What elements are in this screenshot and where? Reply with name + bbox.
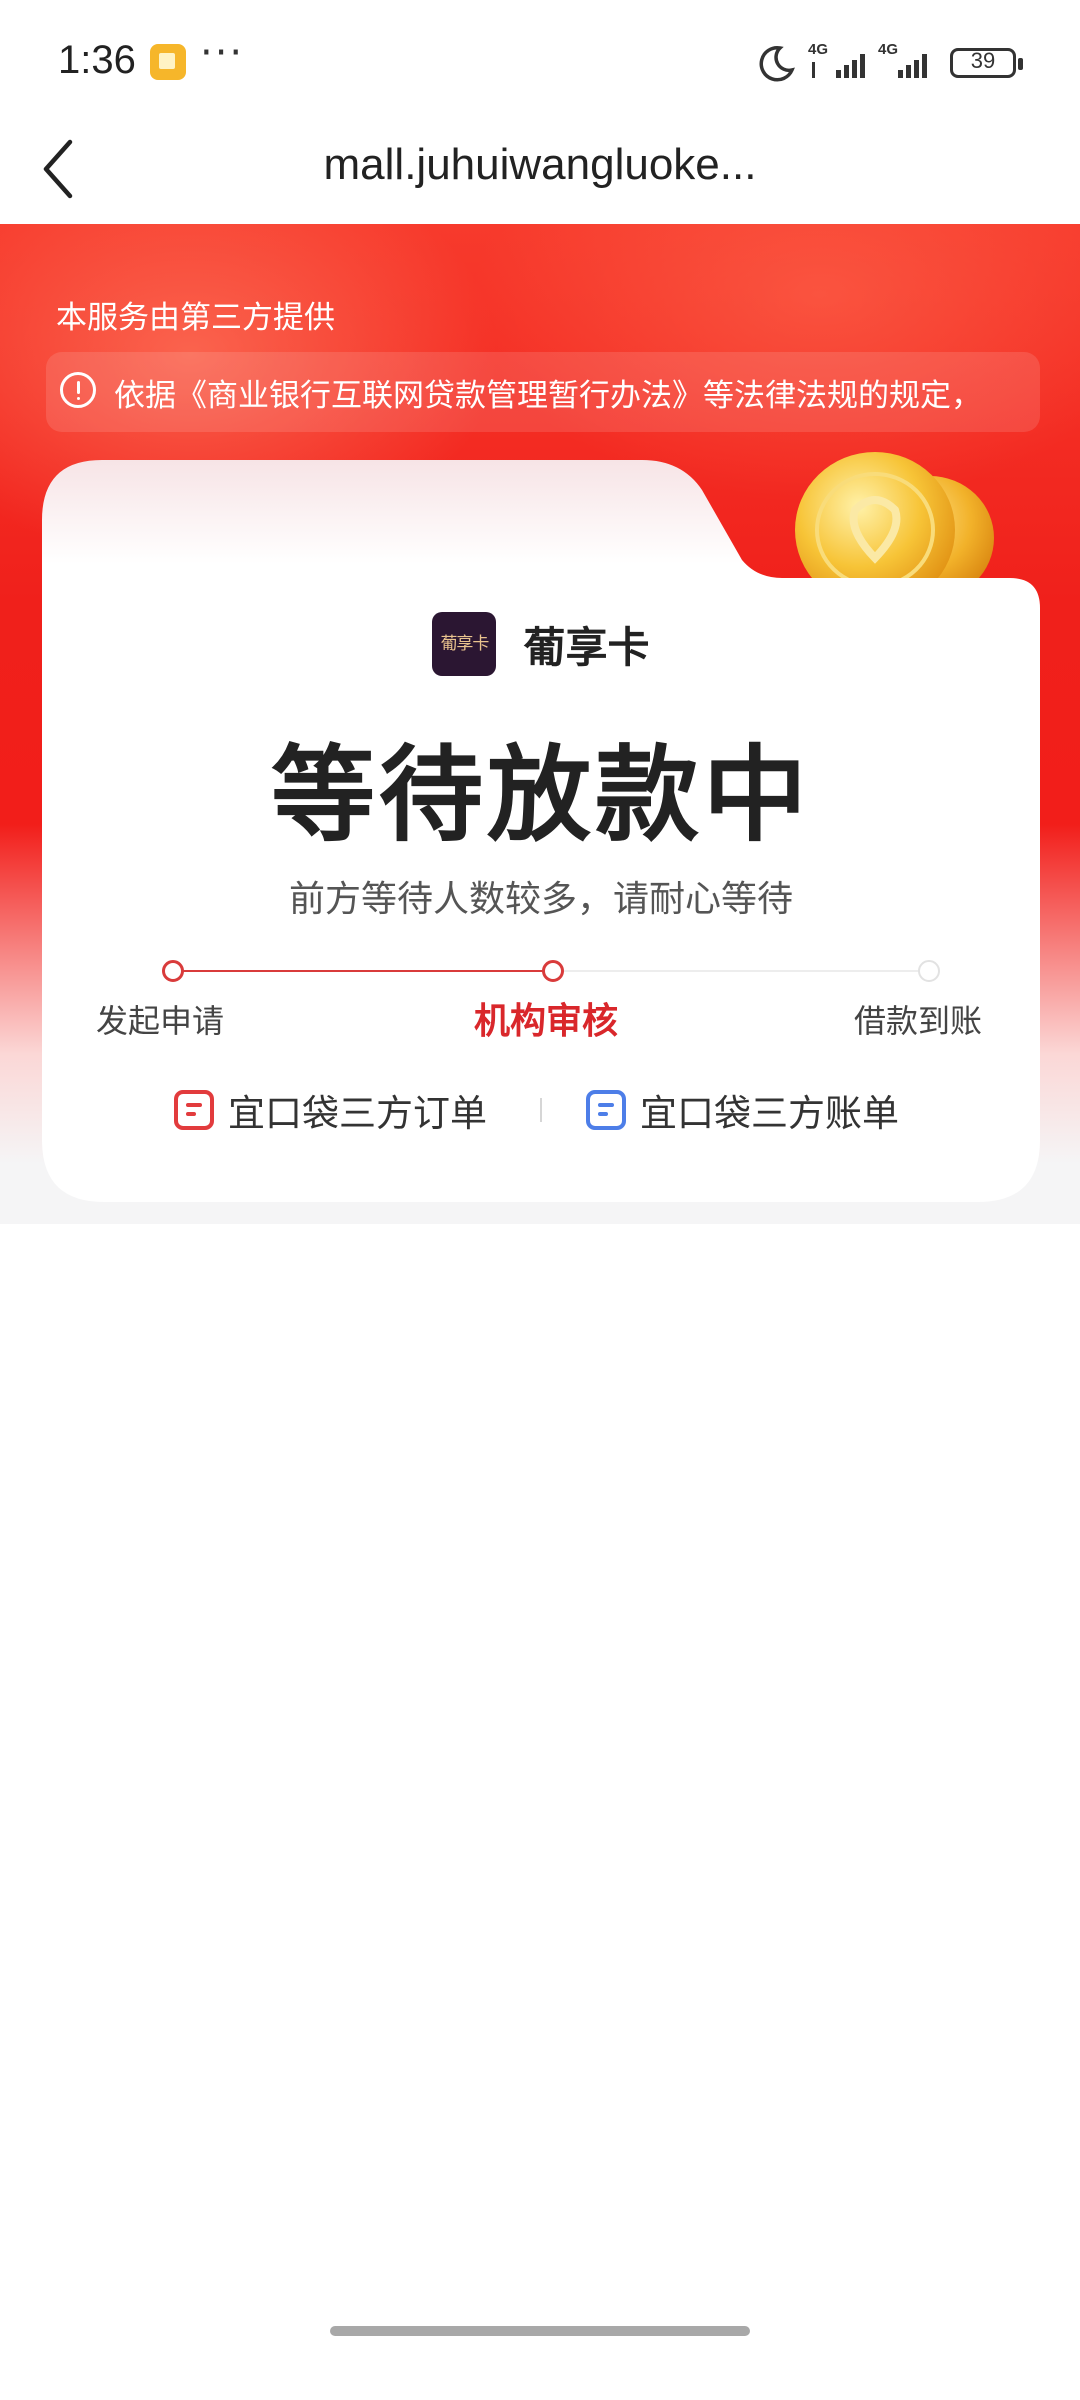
progress-line-done xyxy=(174,970,554,972)
status-subtitle: 前方等待人数较多，请耐心等待 xyxy=(288,879,793,920)
page-url-title: mall.juhuiwangluoke... xyxy=(323,140,757,189)
notification-app-icon xyxy=(150,44,186,80)
order-links: 宜口袋三方订单 宜口袋三方账单 xyxy=(42,1080,1040,1140)
more-notifications-indicator: ··· xyxy=(200,30,245,76)
signal-4g-icon-1: 4G xyxy=(808,41,865,78)
third-party-bill-link[interactable]: 宜口袋三方账单 xyxy=(586,1080,899,1140)
battery-level: 39 xyxy=(970,48,996,73)
order-link-label: 宜口袋三方订单 xyxy=(228,1092,487,1135)
battery-icon: 39 xyxy=(950,48,1016,78)
brand-logo: 葡享卡 xyxy=(432,612,497,676)
step-dot-review xyxy=(542,960,564,982)
status-time: 1:36 xyxy=(58,38,136,82)
legal-notice-text: 依据《商业银行互联网贷款管理暂行办法》等法律法规的规定， xyxy=(114,378,982,414)
step-label-review: 机构审核 xyxy=(474,1001,619,1042)
battery-tip xyxy=(1018,58,1023,70)
hero-banner: 本服务由第三方提供 依据《商业银行互联网贷款管理暂行办法》等法律法规的规定， 葡… xyxy=(0,224,1080,1224)
status-bar: 1:36 ··· 4G 4G 39 xyxy=(0,0,1080,120)
step-label-arrival: 借款到账 xyxy=(854,1002,983,1040)
progress-line-todo xyxy=(554,970,930,972)
step-dot-arrival xyxy=(918,960,940,982)
brand-header: 葡享卡 葡享卡 xyxy=(42,612,1040,676)
bill-doc-icon xyxy=(586,1090,626,1130)
loan-progress-steps: 发起申请 机构审核 借款到账 xyxy=(42,960,1040,1042)
signal-4g-icon-2: 4G xyxy=(878,41,927,78)
chevron-left-icon[interactable] xyxy=(36,134,80,204)
brand-name: 葡享卡 xyxy=(523,622,650,672)
step-label-apply: 发起申请 xyxy=(96,1002,225,1040)
step-dot-apply xyxy=(162,960,184,982)
info-circle-icon xyxy=(60,372,96,408)
home-indicator[interactable] xyxy=(330,2326,750,2336)
third-party-order-link[interactable]: 宜口袋三方订单 xyxy=(174,1080,487,1140)
network-type-1: 4G xyxy=(808,41,828,58)
legal-notice-marquee[interactable]: 依据《商业银行互联网贷款管理暂行办法》等法律法规的规定， xyxy=(46,352,1040,432)
order-doc-icon xyxy=(174,1090,214,1130)
status-headline: 等待放款中 xyxy=(270,734,811,856)
browser-nav-bar: mall.juhuiwangluoke... xyxy=(0,120,1080,224)
third-party-provider-note: 本服务由第三方提供 xyxy=(56,300,335,336)
do-not-disturb-moon-icon xyxy=(759,46,795,82)
network-type-2: 4G xyxy=(878,41,898,58)
bill-link-label: 宜口袋三方账单 xyxy=(640,1092,899,1135)
loan-status-card: 葡享卡 葡享卡 等待放款中 前方等待人数较多，请耐心等待 发起申请 机构审核 借… xyxy=(42,460,1040,1202)
link-divider xyxy=(540,1098,542,1122)
